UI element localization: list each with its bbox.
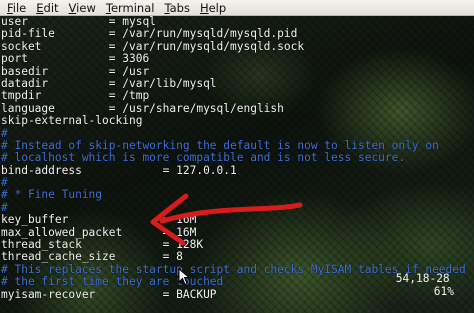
menu-terminal[interactable]: Terminal (101, 0, 160, 16)
red-arrow-annotation-icon (150, 193, 303, 246)
menu-edit[interactable]: Edit (31, 0, 63, 16)
menu-label: elp (208, 0, 227, 15)
menu-tabs[interactable]: Tabs (159, 0, 194, 16)
menu-view[interactable]: View (64, 0, 101, 16)
menu-label: iew (76, 0, 96, 15)
arrow-shaft (159, 202, 303, 224)
menu-mnemonic: E (36, 0, 44, 15)
menu-label: abs (169, 0, 190, 15)
menu-help[interactable]: Help (195, 0, 231, 16)
menu-label: erminal (110, 0, 155, 15)
mouse-pointer-icon (178, 268, 190, 286)
menu-mnemonic: H (199, 0, 209, 15)
menu-label: ile (12, 0, 27, 15)
menu-label: dit (43, 0, 59, 15)
menu-file[interactable]: File (2, 0, 31, 16)
terminal-area[interactable]: user = mysql pid-file = /var/run/mysqld/m… (0, 16, 474, 313)
menu-bar: File Edit View Terminal Tabs Help (0, 0, 474, 16)
